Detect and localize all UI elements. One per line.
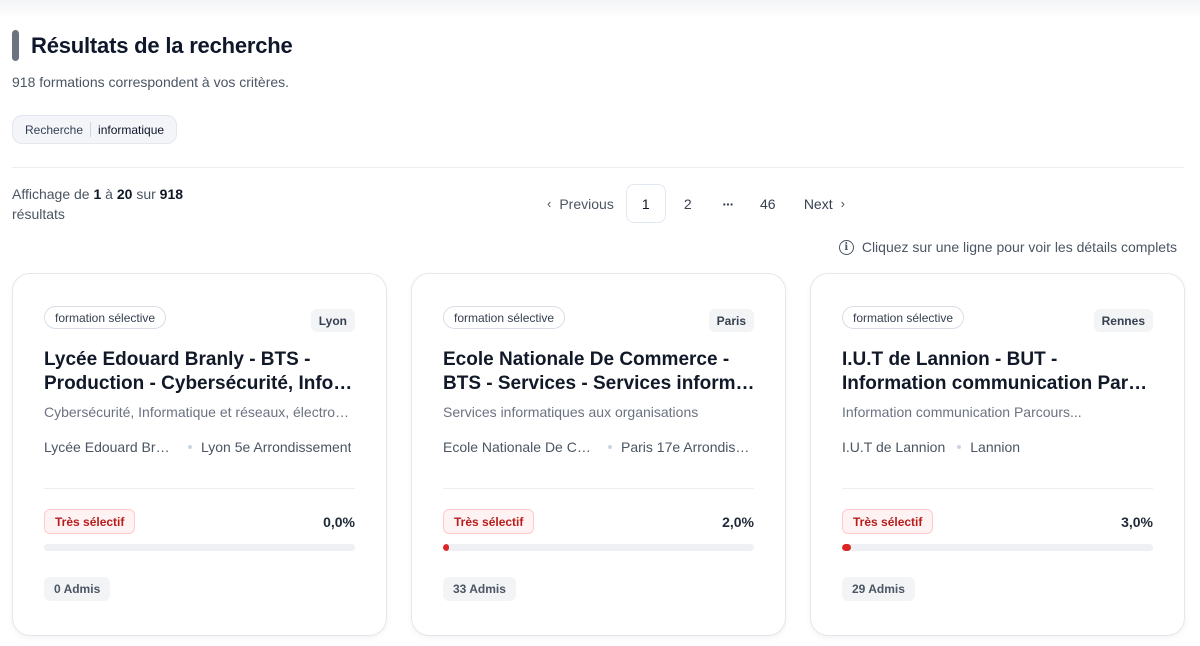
admis-count: 29 Admis <box>842 577 915 601</box>
details-hint: i Cliquez sur une ligne pour voir les dé… <box>838 239 1177 255</box>
pagination: ‹ Previous 1 2 ··· 46 Next › <box>537 184 855 223</box>
admission-rate: 0,0% <box>323 513 355 530</box>
top-shadow <box>0 0 1200 18</box>
school-name: Ecole Nationale De Commerce <box>443 439 596 455</box>
city-badge: Rennes <box>1093 309 1153 332</box>
title-accent-bar <box>12 30 19 61</box>
admission-rate-bar <box>443 544 754 551</box>
formation-card[interactable]: formation sélective Paris Ecole National… <box>411 273 786 636</box>
chevron-right-icon: › <box>840 196 845 211</box>
page-header: Résultats de la recherche <box>12 30 293 61</box>
card-divider <box>44 488 355 489</box>
page-button-last[interactable]: 46 <box>748 184 788 223</box>
school-name: I.U.T de Lannion <box>842 439 946 455</box>
admission-rate-bar <box>842 544 1153 551</box>
range-total: 918 <box>159 186 184 202</box>
previous-page-button[interactable]: ‹ Previous <box>537 184 624 223</box>
school-name: Lycée Edouard Branly <box>44 439 176 455</box>
meta-dot <box>957 445 962 449</box>
hint-text: Cliquez sur une ligne pour voir les déta… <box>861 239 1177 255</box>
city-badge: Lyon <box>310 309 355 332</box>
selective-tag: formation sélective <box>443 306 566 329</box>
page-title: Résultats de la recherche <box>31 32 293 58</box>
location-name: Lyon 5e Arrondissement <box>201 439 352 455</box>
selective-tag: formation sélective <box>842 306 965 329</box>
previous-label: Previous <box>559 195 614 212</box>
selectivity-badge: Très sélectif <box>842 509 934 534</box>
pagination-ellipsis: ··· <box>722 195 734 212</box>
range-from: 1 <box>93 186 102 202</box>
card-description: Information communication Parcours... <box>842 404 1082 420</box>
selective-tag: formation sélective <box>44 306 167 329</box>
results-count-text: 918 formations correspondent à vos critè… <box>12 74 290 90</box>
card-title-line2: BTS - Services - Services informatiques … <box>443 373 755 394</box>
section-divider <box>12 167 1184 168</box>
meta-dot <box>188 445 192 449</box>
card-meta: I.U.T de Lannion Lannion <box>842 439 1154 455</box>
info-icon: i <box>838 239 854 255</box>
card-title: I.U.T de Lannion - BUT - Information com… <box>842 348 1154 396</box>
card-title-line1: I.U.T de Lannion - BUT - <box>842 349 1058 370</box>
admis-count: 0 Admis <box>44 577 111 601</box>
admission-rate: 2,0% <box>722 513 754 530</box>
card-description: Cybersécurité, Informatique et réseaux, … <box>44 404 356 420</box>
results-range: Affichage de 1 à 20 sur 918 résultats <box>12 184 212 224</box>
card-meta: Lycée Edouard Branly Lyon 5e Arrondissem… <box>44 439 356 455</box>
admission-rate-bar <box>44 544 355 551</box>
formation-card[interactable]: formation sélective Rennes I.U.T de Lann… <box>810 273 1185 636</box>
chip-separator <box>90 122 92 137</box>
chip-value: informatique <box>98 122 165 137</box>
card-divider <box>842 488 1153 489</box>
admission-rate: 3,0% <box>1121 513 1153 530</box>
chip-key: Recherche <box>25 122 84 137</box>
search-filter-chip[interactable]: Recherche informatique <box>12 115 178 144</box>
page-button-1[interactable]: 1 <box>625 184 666 223</box>
selectivity-badge: Très sélectif <box>44 509 136 534</box>
meta-dot <box>608 445 612 449</box>
range-prefix: Affichage de <box>12 186 90 202</box>
range-sep1: à <box>105 186 113 202</box>
next-label: Next <box>803 195 833 212</box>
range-to: 20 <box>116 186 133 202</box>
admis-count: 33 Admis <box>443 577 516 601</box>
location-name: Lannion <box>970 439 1021 455</box>
admission-rate-fill <box>443 544 450 551</box>
card-divider <box>443 488 754 489</box>
city-badge: Paris <box>708 309 754 332</box>
admission-rate-fill <box>842 544 852 551</box>
next-page-button[interactable]: Next › <box>794 184 855 223</box>
card-title-line1: Ecole Nationale De Commerce - <box>443 349 730 370</box>
range-suffix: résultats <box>12 206 65 222</box>
card-title-line2: Information communication Parcours <box>842 373 1154 394</box>
results-cards: formation sélective Lyon Lycée Edouard B… <box>12 273 1185 636</box>
card-title-line2: Production - Cybersécurité, Informatique… <box>44 373 356 394</box>
formation-card[interactable]: formation sélective Lyon Lycée Edouard B… <box>12 273 387 636</box>
card-title: Ecole Nationale De Commerce - BTS - Serv… <box>443 348 755 396</box>
selectivity-badge: Très sélectif <box>443 509 535 534</box>
location-name: Paris 17e Arrondissement <box>621 439 751 455</box>
card-title-line1: Lycée Edouard Branly - BTS - <box>44 349 311 370</box>
range-sep2: sur <box>136 186 156 202</box>
card-description: Services informatiques aux organisations <box>443 404 699 420</box>
page-button-2[interactable]: 2 <box>668 184 708 223</box>
chevron-left-icon: ‹ <box>547 196 552 211</box>
card-meta: Ecole Nationale De Commerce Paris 17e Ar… <box>443 439 755 455</box>
card-title: Lycée Edouard Branly - BTS - Production … <box>44 348 356 396</box>
